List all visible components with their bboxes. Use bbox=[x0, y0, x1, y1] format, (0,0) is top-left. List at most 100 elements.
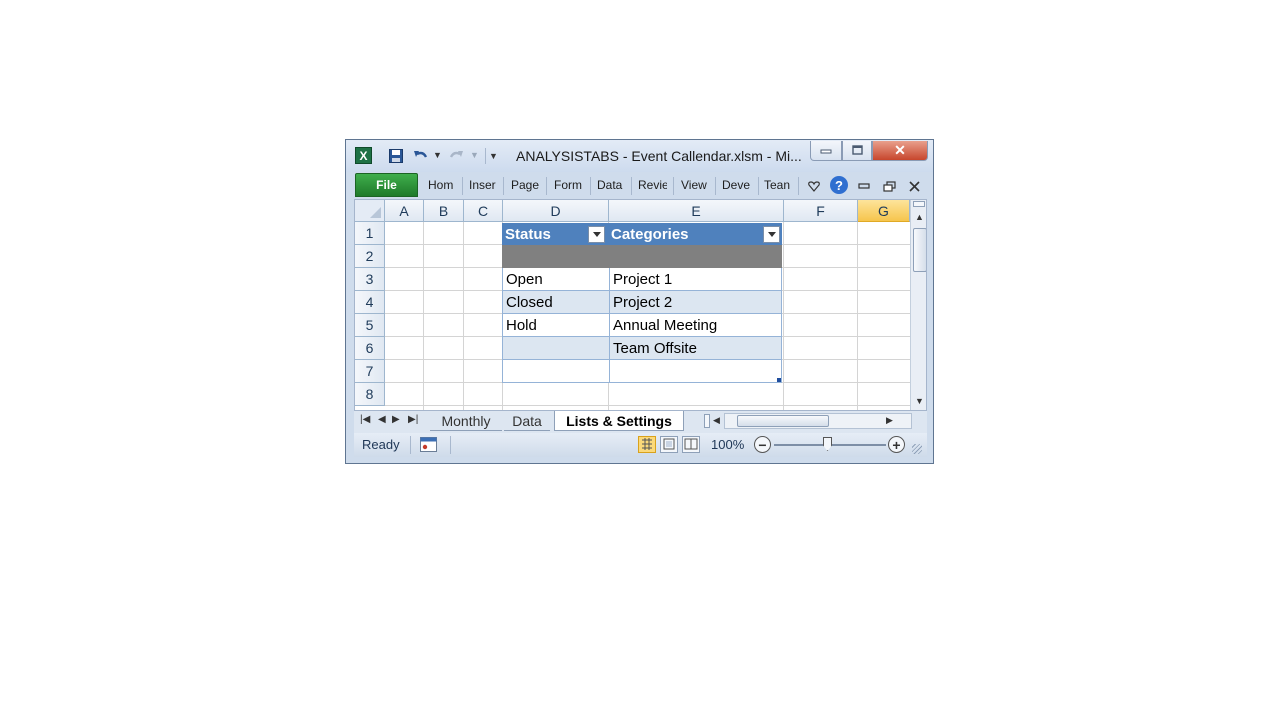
tab-separator bbox=[798, 177, 799, 195]
table-row-gray[interactable] bbox=[502, 245, 782, 268]
tab-view[interactable]: View bbox=[681, 178, 711, 194]
status-separator bbox=[450, 436, 451, 454]
help-icon[interactable]: ? bbox=[830, 176, 848, 194]
scroll-down-icon[interactable]: ▼ bbox=[915, 396, 924, 406]
close-button[interactable]: ✕ bbox=[872, 141, 928, 161]
tab-team[interactable]: Tean bbox=[764, 178, 794, 194]
file-tab[interactable]: File bbox=[355, 173, 418, 197]
split-box[interactable] bbox=[913, 201, 925, 207]
sheet-tab-lists-settings[interactable]: Lists & Settings bbox=[554, 411, 684, 431]
next-sheet-icon[interactable]: ▶ bbox=[392, 414, 400, 425]
category-cell[interactable] bbox=[609, 360, 783, 383]
minimize-button[interactable] bbox=[810, 141, 842, 161]
ribbon-tabs: File Hom Inser Page Form Data Revie View… bbox=[346, 172, 933, 199]
tab-split-handle[interactable] bbox=[704, 414, 710, 428]
worksheet-grid[interactable]: A B C D E F G 1 2 3 4 5 6 7 8 Status Cat… bbox=[354, 199, 927, 411]
horizontal-scroll-thumb[interactable] bbox=[737, 415, 829, 427]
undo-icon[interactable] bbox=[412, 148, 428, 164]
redo-dropdown-icon[interactable]: ▼ bbox=[470, 150, 479, 160]
zoom-in-icon[interactable]: + bbox=[888, 436, 905, 453]
excel-app-icon[interactable]: X bbox=[355, 147, 372, 164]
status-filter-dropdown[interactable] bbox=[588, 226, 605, 243]
tab-separator bbox=[462, 177, 463, 195]
status-cell[interactable]: Open bbox=[503, 268, 609, 291]
horizontal-scrollbar[interactable]: ◀ ▶ bbox=[713, 413, 912, 429]
table-row[interactable]: Open Project 1 bbox=[502, 268, 782, 291]
redo-icon[interactable] bbox=[448, 148, 464, 164]
sheet-tab-data[interactable]: Data bbox=[504, 411, 550, 431]
tab-formulas[interactable]: Form bbox=[554, 178, 586, 194]
status-bar: Ready 100% − + bbox=[354, 433, 927, 457]
qat-separator bbox=[485, 148, 486, 164]
column-header-g[interactable]: G bbox=[858, 200, 910, 222]
save-icon[interactable] bbox=[388, 148, 404, 164]
row-header-7[interactable]: 7 bbox=[355, 360, 385, 383]
tab-separator bbox=[673, 177, 674, 195]
row-header-8[interactable]: 8 bbox=[355, 383, 385, 406]
status-cell[interactable] bbox=[503, 337, 609, 360]
column-header-e[interactable]: E bbox=[609, 200, 784, 222]
column-header-c[interactable]: C bbox=[464, 200, 503, 222]
status-cell[interactable]: Closed bbox=[503, 291, 609, 314]
first-sheet-icon[interactable]: |◀ bbox=[360, 414, 370, 425]
row-header-6[interactable]: 6 bbox=[355, 337, 385, 360]
tab-separator bbox=[758, 177, 759, 195]
ribbon-minimize-icon[interactable] bbox=[855, 177, 873, 195]
tab-home[interactable]: Hom bbox=[428, 178, 459, 194]
table-row[interactable]: Closed Project 2 bbox=[502, 291, 782, 314]
tab-developer[interactable]: Deve bbox=[722, 178, 753, 194]
category-cell[interactable]: Project 2 bbox=[609, 291, 783, 314]
tab-separator bbox=[503, 177, 504, 195]
workbook-restore-icon[interactable] bbox=[880, 177, 898, 195]
scroll-up-icon[interactable]: ▲ bbox=[915, 212, 924, 222]
category-cell[interactable]: Team Offsite bbox=[609, 337, 783, 360]
table-row[interactable]: Hold Annual Meeting bbox=[502, 314, 782, 337]
tab-separator bbox=[715, 177, 716, 195]
macro-record-icon[interactable] bbox=[420, 437, 437, 452]
tab-page-layout[interactable]: Page bbox=[511, 178, 541, 194]
column-header-b[interactable]: B bbox=[424, 200, 464, 222]
row-header-3[interactable]: 3 bbox=[355, 268, 385, 291]
customize-qat-icon[interactable]: ▼ bbox=[489, 151, 498, 161]
workbook-close-icon[interactable] bbox=[905, 177, 923, 195]
table-row-empty[interactable] bbox=[502, 360, 782, 383]
row-header-2[interactable]: 2 bbox=[355, 245, 385, 268]
resize-grip-icon[interactable] bbox=[912, 444, 922, 454]
excel-window: X ▼ ▼ ▼ ANALYSISTABS - Event Callendar.x… bbox=[345, 139, 934, 464]
row-header-4[interactable]: 4 bbox=[355, 291, 385, 314]
tab-review[interactable]: Revie bbox=[638, 178, 667, 194]
tab-data[interactable]: Data bbox=[597, 178, 627, 194]
table-row[interactable]: Team Offsite bbox=[502, 337, 782, 360]
scroll-left-icon[interactable]: ◀ bbox=[713, 415, 720, 426]
table-resize-handle[interactable] bbox=[777, 378, 781, 382]
column-header-a[interactable]: A bbox=[385, 200, 424, 222]
restore-button[interactable] bbox=[842, 141, 872, 161]
last-sheet-icon[interactable]: ▶| bbox=[408, 414, 418, 425]
categories-filter-dropdown[interactable] bbox=[763, 226, 780, 243]
tab-separator bbox=[631, 177, 632, 195]
zoom-slider-thumb[interactable] bbox=[823, 437, 832, 451]
heart-icon[interactable] bbox=[805, 177, 823, 195]
category-cell[interactable]: Project 1 bbox=[609, 268, 783, 291]
scroll-right-icon[interactable]: ▶ bbox=[886, 415, 893, 426]
prev-sheet-icon[interactable]: ◀ bbox=[378, 414, 386, 425]
page-break-view-icon[interactable] bbox=[682, 436, 700, 453]
row-header-1[interactable]: 1 bbox=[355, 222, 385, 245]
sheet-tab-monthly[interactable]: Monthly bbox=[430, 411, 502, 431]
select-all-corner[interactable] bbox=[355, 200, 385, 222]
status-cell[interactable]: Hold bbox=[503, 314, 609, 337]
undo-dropdown-icon[interactable]: ▼ bbox=[433, 150, 442, 160]
vertical-scroll-thumb[interactable] bbox=[913, 228, 926, 272]
normal-view-icon[interactable] bbox=[638, 436, 656, 453]
column-header-d[interactable]: D bbox=[503, 200, 609, 222]
zoom-out-icon[interactable]: − bbox=[754, 436, 771, 453]
category-cell[interactable]: Annual Meeting bbox=[609, 314, 783, 337]
minimize-icon bbox=[820, 149, 832, 153]
table-header-categories[interactable]: Categories bbox=[608, 223, 782, 245]
row-header-5[interactable]: 5 bbox=[355, 314, 385, 337]
page-layout-view-icon[interactable] bbox=[660, 436, 678, 453]
vertical-scrollbar[interactable]: ▲ ▼ bbox=[910, 200, 926, 410]
column-header-f[interactable]: F bbox=[784, 200, 858, 222]
tab-insert[interactable]: Inser bbox=[469, 178, 498, 194]
zoom-level[interactable]: 100% bbox=[711, 437, 744, 452]
